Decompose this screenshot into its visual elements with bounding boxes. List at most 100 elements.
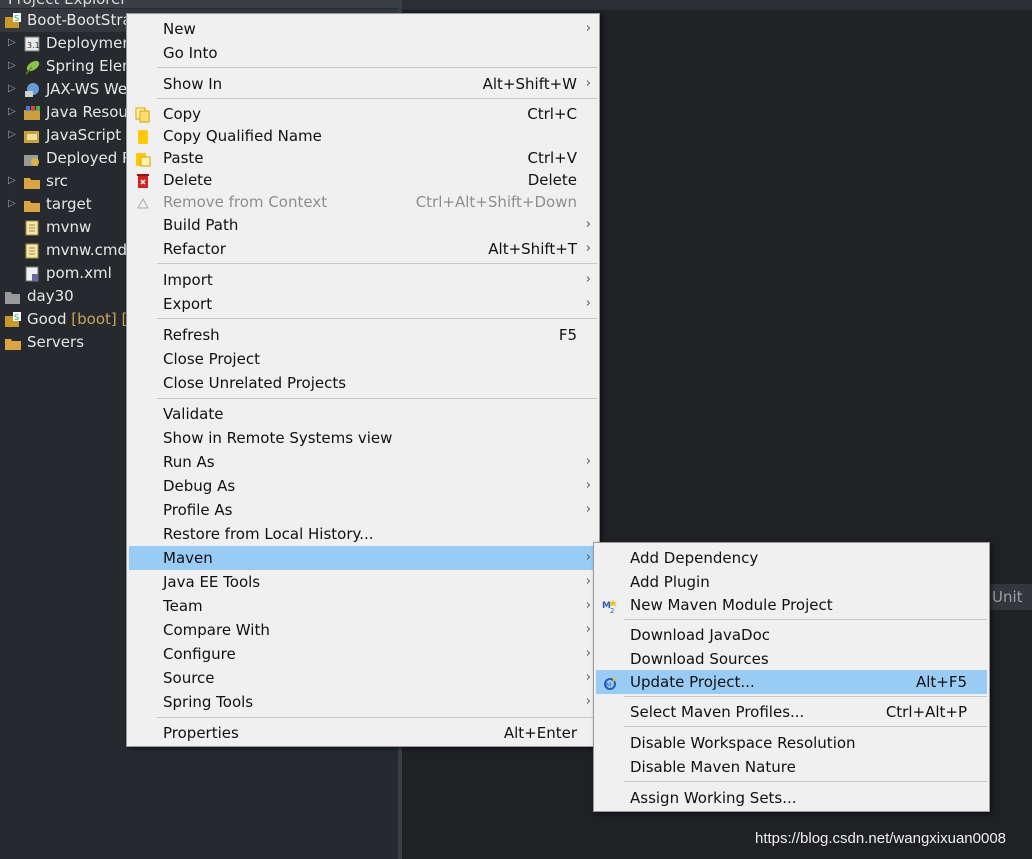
expand-arrow-icon[interactable]: ▷ xyxy=(8,38,18,48)
menu-item-close-project[interactable]: Close Project xyxy=(129,347,597,371)
junit-tab[interactable]: Unit xyxy=(988,584,1032,610)
menu-label: Refactor xyxy=(163,240,226,258)
menu-item-debug-as[interactable]: Debug As › xyxy=(129,474,597,498)
tree-item-label: pom.xml xyxy=(46,264,112,282)
webservice-icon xyxy=(24,82,40,98)
menu-label: Configure xyxy=(163,645,236,663)
menu-item-add-plugin[interactable]: Add Plugin xyxy=(596,570,987,594)
menu-label: Profile As xyxy=(163,501,233,519)
menu-item-compare-with[interactable]: Compare With › xyxy=(129,618,597,642)
tree-item-label: target xyxy=(46,195,92,213)
menu-item-delete[interactable]: Delete Delete xyxy=(129,168,597,192)
menu-separator xyxy=(157,717,597,718)
menu-shortcut: Delete xyxy=(527,171,577,189)
menu-label: Restore from Local History... xyxy=(163,525,374,543)
menu-item-import[interactable]: Import › xyxy=(129,268,597,292)
menu-label: Disable Maven Nature xyxy=(630,758,796,776)
menu-item-copy-qualified-name[interactable]: Copy Qualified Name xyxy=(129,124,597,148)
folder-icon xyxy=(24,174,40,190)
remove-context-icon xyxy=(135,194,151,210)
menu-shortcut: Ctrl+V xyxy=(527,149,577,167)
tree-item-label: mvnw xyxy=(46,218,92,236)
submenu-arrow-icon: › xyxy=(585,502,591,517)
menu-label: New Maven Module Project xyxy=(630,596,833,614)
menu-shortcut: Alt+F5 xyxy=(915,673,967,691)
menu-label: Close Unrelated Projects xyxy=(163,374,347,392)
menu-item-show-in[interactable]: Show In Alt+Shift+W › xyxy=(129,72,597,96)
expand-arrow-icon[interactable]: ▷ xyxy=(8,61,18,71)
menu-item-go-into[interactable]: Go Into xyxy=(129,41,597,65)
menu-label: Remove from Context xyxy=(163,193,328,211)
menu-item-add-dependency[interactable]: Add Dependency xyxy=(596,546,987,570)
menu-item-paste[interactable]: Paste Ctrl+V xyxy=(129,146,597,170)
tree-item-label: JavaScript I xyxy=(46,126,131,144)
menu-item-maven[interactable]: Maven › xyxy=(129,546,597,570)
menu-label: New xyxy=(163,20,196,38)
menu-label: Download JavaDoc xyxy=(630,626,770,644)
menu-item-source[interactable]: Source › xyxy=(129,666,597,690)
menu-item-configure[interactable]: Configure › xyxy=(129,642,597,666)
menu-item-export[interactable]: Export › xyxy=(129,292,597,316)
expand-arrow-icon[interactable]: ▷ xyxy=(8,176,18,186)
spring-boot-project-icon: S xyxy=(5,312,21,328)
explorer-tab-bar[interactable]: Project Explorer xyxy=(0,0,398,8)
menu-label: Paste xyxy=(163,149,204,167)
paste-icon xyxy=(135,150,151,167)
menu-item-restore-local-history[interactable]: Restore from Local History... xyxy=(129,522,597,546)
menu-item-disable-workspace-resolution[interactable]: Disable Workspace Resolution xyxy=(596,731,987,755)
spring-leaf-icon xyxy=(24,59,40,75)
menu-item-download-javadoc[interactable]: Download JavaDoc xyxy=(596,623,987,647)
menu-separator xyxy=(157,263,597,264)
menu-item-close-unrelated-projects[interactable]: Close Unrelated Projects xyxy=(129,371,597,395)
svg-text:M: M xyxy=(606,682,611,689)
expand-arrow-icon[interactable]: ▷ xyxy=(8,107,18,117)
expand-arrow-icon[interactable]: ▷ xyxy=(8,130,18,140)
expand-arrow-icon[interactable]: ▷ xyxy=(8,199,18,209)
menu-item-copy[interactable]: Copy Ctrl+C xyxy=(129,102,597,126)
submenu-arrow-icon: › xyxy=(585,217,591,232)
menu-label: Close Project xyxy=(163,350,260,368)
xml-file-icon xyxy=(24,266,40,282)
menu-shortcut: Alt+Shift+W xyxy=(482,75,577,93)
menu-item-profile-as[interactable]: Profile As › xyxy=(129,498,597,522)
menu-item-refactor[interactable]: Refactor Alt+Shift+T › xyxy=(129,237,597,261)
submenu-arrow-icon: › xyxy=(585,550,591,565)
menu-shortcut: Ctrl+Alt+P xyxy=(885,703,967,721)
menu-item-run-as[interactable]: Run As › xyxy=(129,450,597,474)
menu-item-validate[interactable]: Validate xyxy=(129,402,597,426)
menu-separator xyxy=(624,726,987,727)
menu-item-disable-maven-nature[interactable]: Disable Maven Nature xyxy=(596,755,987,779)
menu-item-build-path[interactable]: Build Path › xyxy=(129,213,597,237)
menu-item-properties[interactable]: Properties Alt+Enter xyxy=(129,721,597,745)
menu-item-new[interactable]: New › xyxy=(129,17,597,41)
menu-item-java-ee-tools[interactable]: Java EE Tools › xyxy=(129,570,597,594)
menu-label: Assign Working Sets... xyxy=(630,789,797,807)
submenu-arrow-icon: › xyxy=(585,646,591,661)
menu-label: Properties xyxy=(163,724,239,742)
menu-shortcut: Alt+Enter xyxy=(503,724,577,742)
submenu-arrow-icon: › xyxy=(585,241,591,256)
menu-item-team[interactable]: Team › xyxy=(129,594,597,618)
menu-item-select-maven-profiles[interactable]: Select Maven Profiles... Ctrl+Alt+P xyxy=(596,700,987,724)
menu-label: Go Into xyxy=(163,44,218,62)
menu-item-spring-tools[interactable]: Spring Tools › xyxy=(129,690,597,714)
menu-item-update-project[interactable]: M Update Project... Alt+F5 xyxy=(596,670,987,694)
junit-tab-label: Unit xyxy=(992,588,1023,606)
explorer-title[interactable]: Project Explorer xyxy=(8,0,127,8)
tree-item-label: Spring Elem xyxy=(46,57,137,75)
menu-item-refresh[interactable]: Refresh F5 xyxy=(129,323,597,347)
menu-item-show-in-remote-systems[interactable]: Show in Remote Systems view xyxy=(129,426,597,450)
menu-label: Update Project... xyxy=(630,673,755,691)
menu-item-assign-working-sets[interactable]: Assign Working Sets... xyxy=(596,786,987,810)
svg-text:S: S xyxy=(14,14,19,23)
menu-item-new-maven-module[interactable]: M2 New Maven Module Project xyxy=(596,593,987,617)
menu-label: Validate xyxy=(163,405,224,423)
submenu-arrow-icon: › xyxy=(585,622,591,637)
copy-qualified-icon xyxy=(135,128,151,144)
expand-arrow-icon[interactable]: ▷ xyxy=(8,84,18,94)
submenu-arrow-icon: › xyxy=(585,598,591,613)
file-icon xyxy=(24,243,40,259)
closed-project-icon xyxy=(5,289,21,305)
menu-item-download-sources[interactable]: Download Sources xyxy=(596,647,987,671)
tree-item-label: Deployed R xyxy=(46,149,133,167)
